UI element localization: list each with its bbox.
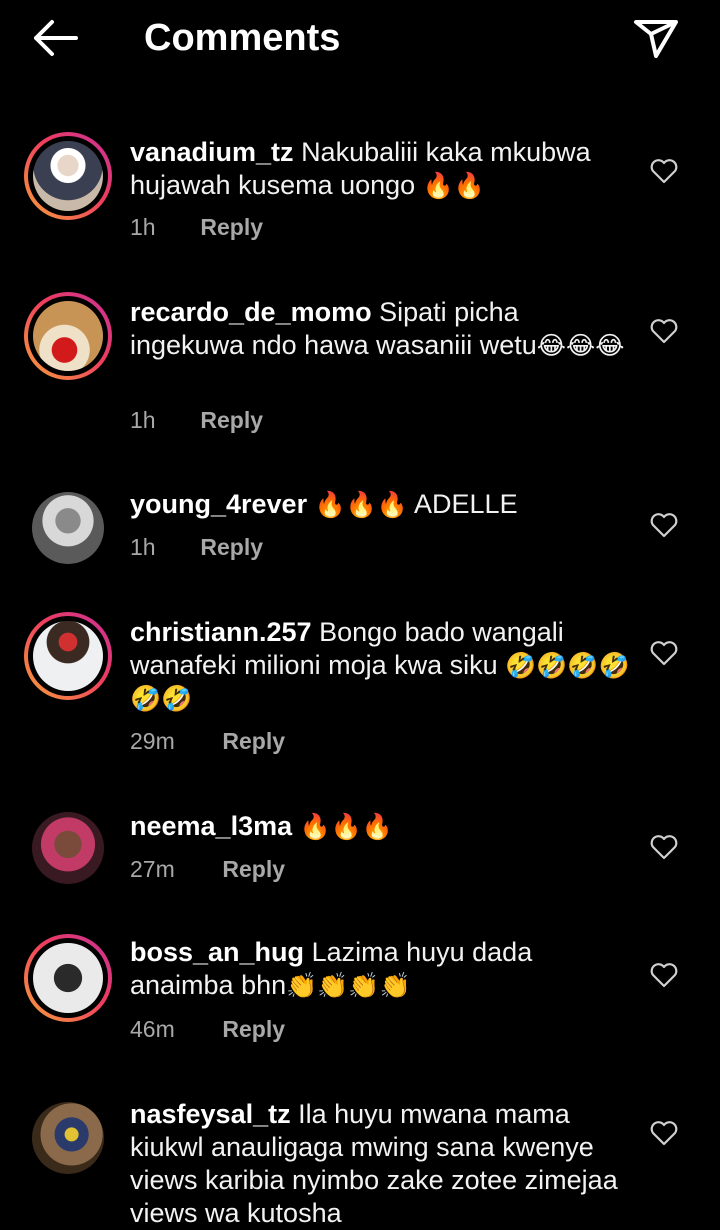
like-heart-icon[interactable]: [650, 834, 678, 860]
avatar[interactable]: [32, 1102, 104, 1174]
avatar[interactable]: [24, 292, 112, 380]
reply-button[interactable]: Reply: [200, 534, 263, 560]
like-heart-icon[interactable]: [650, 318, 678, 344]
comment-time: 1h: [130, 407, 156, 433]
comment-time: 1h: [130, 214, 156, 240]
send-icon[interactable]: [628, 14, 684, 62]
comment-text: ADELLE: [414, 489, 518, 519]
reply-button[interactable]: Reply: [200, 214, 263, 240]
comment-emoji: 👏👏👏👏: [286, 971, 411, 1000]
back-arrow-icon[interactable]: [28, 14, 84, 62]
like-heart-icon[interactable]: [650, 512, 678, 538]
top-bar: Comments: [0, 0, 720, 80]
comment-username[interactable]: neema_l3ma: [130, 811, 292, 841]
avatar[interactable]: [32, 812, 104, 884]
avatar[interactable]: [24, 132, 112, 220]
comment-emoji: 🔥🔥🔥: [299, 812, 394, 841]
comment-username[interactable]: nasfeysal_tz: [130, 1099, 291, 1129]
comment-emoji: 🔥🔥🔥: [314, 490, 408, 519]
comment-time: 1h: [130, 534, 156, 560]
avatar[interactable]: [24, 612, 112, 700]
comment-time: 29m: [130, 728, 175, 754]
like-heart-icon[interactable]: [650, 158, 678, 184]
comment-time: 27m: [130, 856, 175, 882]
page-title: Comments: [144, 17, 341, 59]
like-heart-icon[interactable]: [650, 640, 678, 666]
comment-time: 46m: [130, 1016, 175, 1042]
comment-emoji: 🔥🔥: [422, 171, 485, 200]
comment-username[interactable]: young_4rever: [130, 489, 307, 519]
comment-username[interactable]: christiann.257: [130, 617, 312, 647]
avatar[interactable]: [24, 934, 112, 1022]
reply-button[interactable]: Reply: [200, 407, 263, 433]
comment-username[interactable]: vanadium_tz: [130, 137, 294, 167]
comment-username[interactable]: boss_an_hug: [130, 937, 304, 967]
reply-button[interactable]: Reply: [222, 1016, 285, 1042]
reply-button[interactable]: Reply: [222, 856, 285, 882]
comment-username[interactable]: recardo_de_momo: [130, 297, 372, 327]
reply-button[interactable]: Reply: [222, 728, 285, 754]
like-heart-icon[interactable]: [650, 1120, 678, 1146]
avatar[interactable]: [32, 492, 104, 564]
comment-emoji: 😂😂😂: [536, 331, 625, 360]
like-heart-icon[interactable]: [650, 962, 678, 988]
